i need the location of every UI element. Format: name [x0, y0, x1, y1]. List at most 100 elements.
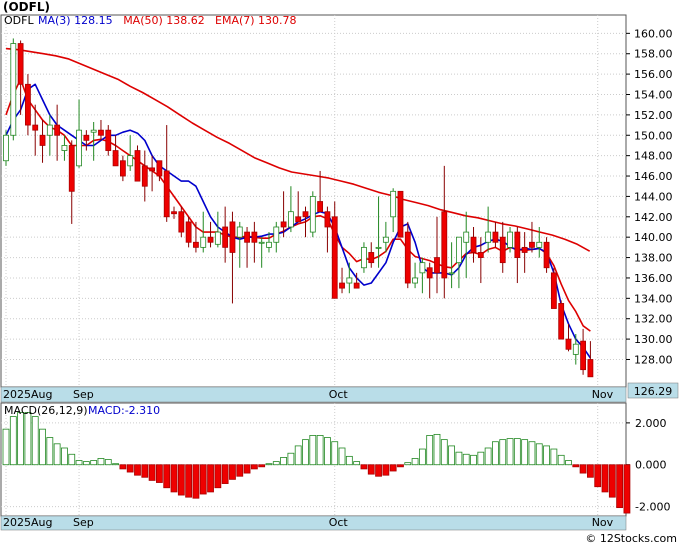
candle-body — [185, 221, 192, 243]
macd-bar — [565, 460, 572, 466]
price-tick-label: 130.00 — [634, 333, 673, 346]
legend-entry: MA(50) 138.62 — [123, 14, 205, 27]
macd-bar — [294, 445, 302, 466]
candle-body — [193, 241, 199, 248]
chart-title: (ODFL) — [3, 0, 50, 14]
watermark: © 12Stocks.com — [585, 532, 677, 545]
candle-body — [76, 129, 82, 167]
candle-body — [134, 150, 141, 182]
candle-body — [477, 252, 484, 258]
macd-bar — [2, 428, 10, 466]
macd-bar — [440, 439, 448, 466]
macd-bar — [550, 448, 558, 466]
macd-bar — [229, 464, 236, 480]
macd-bar — [587, 464, 594, 478]
price-tick-label: 142.00 — [634, 211, 673, 224]
macd-bar — [411, 458, 419, 466]
price-tick-label: 158.00 — [634, 48, 673, 61]
macd-bar — [462, 453, 470, 466]
candle — [3, 130, 9, 166]
candle-body — [470, 236, 477, 253]
macd-label: MACD(26,12,9) — [4, 404, 88, 417]
x-tick-label: Nov — [592, 516, 614, 529]
macd-bar — [404, 462, 412, 466]
candle-body — [236, 226, 243, 238]
macd-bar — [331, 441, 339, 466]
macd-value: -2.310 — [125, 404, 160, 417]
macd-bar — [156, 464, 163, 483]
macd-bar — [104, 459, 112, 466]
candle-body — [463, 231, 470, 243]
candle-body — [412, 277, 418, 284]
candle-body — [565, 338, 572, 350]
macd-bar — [177, 464, 185, 496]
macd-bar — [24, 412, 32, 466]
macd-bar — [543, 445, 550, 466]
macd-bar — [499, 439, 507, 466]
macd-bar — [455, 451, 463, 466]
x-tick-label: 2025Aug — [3, 516, 52, 529]
candle-body — [178, 211, 185, 233]
price-tick-label: 146.00 — [634, 170, 673, 183]
macd-axis: 2.000 0.000 -2.000 — [626, 417, 670, 514]
candle-body — [207, 236, 214, 243]
macd-bar — [528, 441, 536, 466]
macd-bar — [338, 447, 346, 466]
candle-body — [251, 231, 258, 243]
price-tick-label: 156.00 — [634, 68, 673, 81]
macd-value-label: MACD:-2.310 — [88, 404, 160, 417]
macd-bar — [302, 439, 309, 466]
macd-bar — [535, 443, 543, 466]
x-tick-label: Sep — [73, 516, 94, 529]
candle-body — [572, 343, 579, 355]
macd-bar — [17, 412, 25, 466]
candle — [134, 145, 141, 182]
macd-bar — [382, 464, 390, 476]
candle-body — [258, 241, 265, 244]
candle-body — [434, 257, 440, 274]
candle-body — [156, 160, 163, 177]
candle-body — [521, 246, 528, 253]
macd-bar — [470, 454, 477, 466]
candle — [550, 267, 557, 309]
candle-body — [266, 241, 272, 248]
macd-bar — [608, 464, 616, 498]
candle-body — [361, 246, 367, 269]
macd-bar — [316, 435, 324, 466]
candle-body — [98, 129, 104, 136]
macd-bar — [601, 464, 609, 493]
macd-bar — [324, 437, 331, 466]
candle-body — [339, 282, 345, 289]
candle-body — [441, 211, 448, 279]
macd-bar — [163, 464, 171, 489]
candle-body — [273, 226, 280, 243]
macd-bar — [214, 464, 222, 489]
macd-bar — [521, 439, 529, 466]
macd-bar — [265, 463, 273, 466]
candle-body — [112, 150, 119, 167]
candle-body — [200, 236, 207, 248]
macd-bar — [616, 464, 624, 509]
price-tick-label: 134.00 — [634, 292, 673, 305]
candle-body — [90, 129, 97, 133]
macd-date-strip — [0, 515, 627, 531]
macd-bar — [579, 464, 587, 474]
candle-body — [558, 303, 565, 340]
macd-bar — [594, 464, 602, 488]
x-tick-label: Oct — [329, 388, 349, 401]
candle-body — [32, 124, 39, 131]
candle-body — [127, 155, 134, 167]
macd-bar — [623, 464, 631, 514]
macd-bar — [134, 464, 141, 476]
macd-bar — [82, 461, 90, 466]
indicator-legend: ODFL MA(3) 128.15 MA(50) 138.62 EMA(7) 130.… — [4, 14, 297, 27]
x-tick-label: 2025Aug — [3, 388, 52, 401]
candle-body — [390, 190, 397, 218]
candle-body — [507, 231, 513, 248]
candle-body — [448, 272, 455, 275]
candle-body — [25, 83, 31, 126]
candle-body — [529, 241, 535, 248]
candle-body — [171, 211, 177, 215]
price-tick-label: 160.00 — [634, 27, 673, 40]
candle-body — [46, 124, 53, 136]
